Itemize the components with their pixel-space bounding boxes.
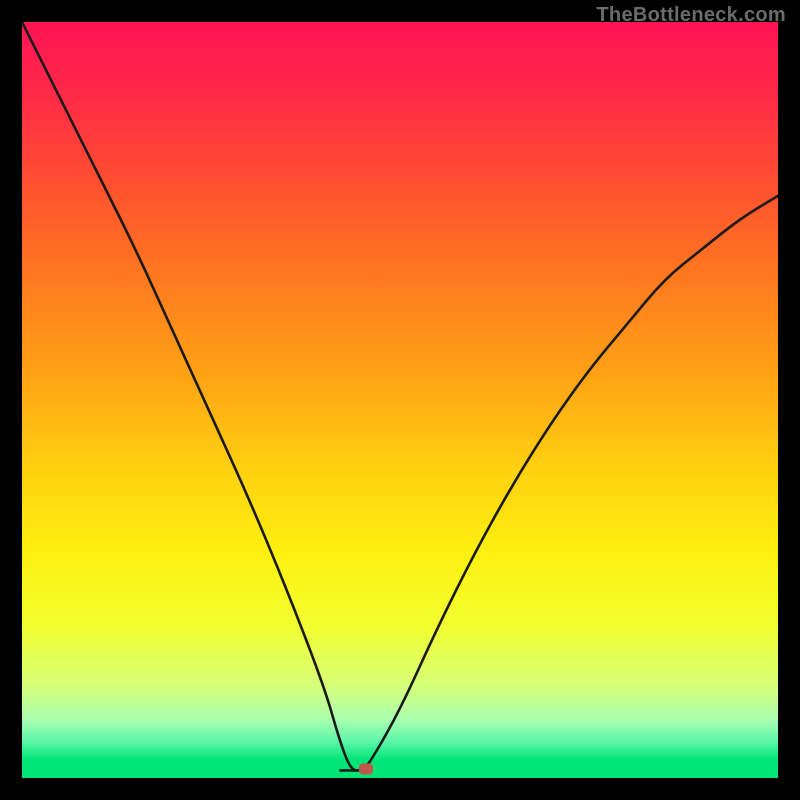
chart-canvas: TheBottleneck.com xyxy=(0,0,800,800)
curve-minimum-marker xyxy=(359,763,373,774)
watermark-text: TheBottleneck.com xyxy=(596,4,786,27)
chart-inner-frame xyxy=(22,22,778,778)
chart-curve-layer xyxy=(22,22,778,778)
bottleneck-curve xyxy=(22,22,778,770)
